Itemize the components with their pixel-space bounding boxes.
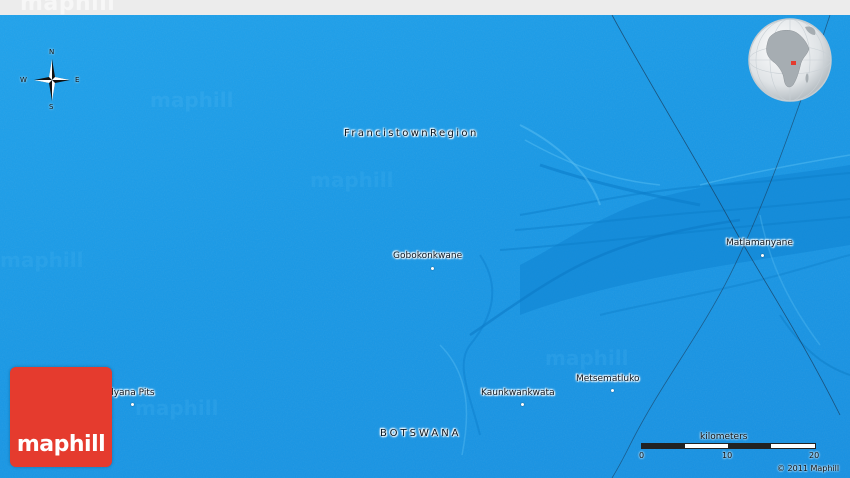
place-marker: [131, 403, 134, 406]
watermark-text: maphill: [20, 0, 116, 16]
scale-tick-label: 10: [722, 451, 733, 460]
compass-west-label: W: [20, 76, 27, 84]
place-marker: [611, 389, 614, 392]
place-label: dyana Pits: [108, 388, 155, 398]
scale-tick-label: 0: [639, 451, 645, 460]
locator-globe: [747, 17, 833, 103]
svg-text:maphill: maphill: [0, 248, 83, 272]
svg-text:maphill: maphill: [310, 168, 393, 192]
compass-east-label: E: [75, 76, 80, 84]
terrain-relief: maphill maphill maphill maphill maphill: [0, 15, 850, 478]
place-label: Gobokonkwane: [393, 251, 463, 261]
svg-text:maphill: maphill: [545, 346, 628, 370]
compass-north-label: N: [49, 48, 55, 56]
place-label: Metsematluko: [576, 374, 640, 384]
globe-icon: [748, 18, 832, 102]
scale-bar: [641, 443, 816, 449]
compass-south-label: S: [49, 103, 54, 111]
place-label: Kaunkwankwata: [481, 388, 555, 398]
svg-text:maphill: maphill: [150, 88, 233, 112]
place-marker: [521, 403, 524, 406]
top-bar: maphill: [0, 0, 850, 16]
map-canvas[interactable]: maphill maphill maphill maphill maphill …: [0, 15, 850, 478]
svg-text:maphill: maphill: [135, 396, 218, 420]
logo-text: maphill: [16, 432, 106, 457]
scale-tick-label: 20: [809, 451, 820, 460]
region-label: FrancistownRegion: [344, 128, 479, 139]
copyright-text: © 2011 Maphill: [777, 464, 840, 473]
maphill-logo[interactable]: maphill: [10, 367, 112, 467]
map-frame: maphill maphill maphill maphill maphill …: [0, 0, 850, 478]
compass-rose: N S E W: [18, 47, 86, 113]
place-label: Matlamanyane: [726, 238, 793, 248]
place-marker: [431, 267, 434, 270]
country-label: BOTSWANA: [380, 428, 462, 439]
scale-unit-label: kilometers: [700, 432, 748, 442]
place-marker: [761, 254, 764, 257]
